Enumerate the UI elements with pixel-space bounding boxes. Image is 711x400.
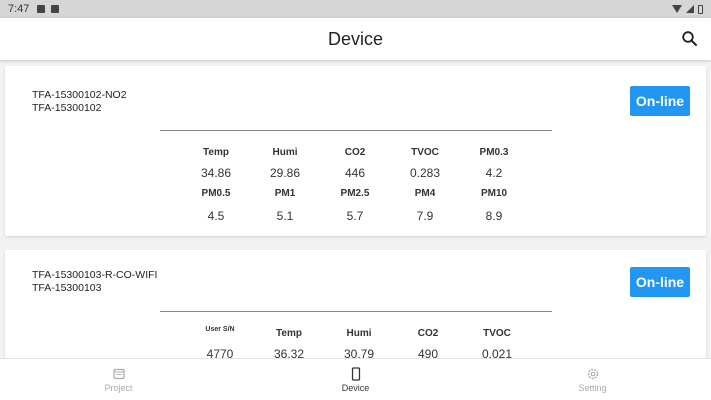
gear-icon bbox=[587, 368, 598, 379]
nav-setting[interactable]: Setting bbox=[474, 359, 711, 400]
metric-label: Humi bbox=[346, 328, 372, 339]
metric-label: TVOC bbox=[411, 147, 439, 158]
metric-label: PM2.5 bbox=[340, 188, 370, 199]
metric-label: User S/N bbox=[205, 326, 235, 333]
wifi-icon bbox=[672, 5, 682, 13]
metric-label: PM10 bbox=[480, 188, 508, 199]
notification-icon bbox=[51, 5, 60, 13]
metric-value: 36.32 bbox=[273, 347, 305, 358]
device-model: TFA-15300102-NO2 bbox=[32, 89, 127, 101]
device-card[interactable]: TFA-15300103-R-CO-WIFI TFA-15300103 On-l… bbox=[5, 250, 706, 358]
online-status-button[interactable]: On-line bbox=[630, 267, 690, 297]
metric-value: 490 bbox=[417, 347, 439, 358]
metric-label: PM0.5 bbox=[201, 188, 231, 199]
device-id: TFA-15300103 bbox=[32, 282, 102, 294]
metric-label: Temp bbox=[203, 147, 229, 158]
metric-value: 4.5 bbox=[207, 209, 225, 223]
metric-value: 0.021 bbox=[481, 347, 513, 358]
metric-value: 0.283 bbox=[409, 166, 441, 180]
metric-value: 34.86 bbox=[200, 166, 232, 180]
metric-value: 30.79 bbox=[343, 347, 375, 358]
metric-label: CO2 bbox=[344, 147, 366, 158]
metric-value: 29.86 bbox=[269, 166, 301, 180]
status-bar: 7:47 bbox=[0, 0, 711, 18]
device-id: TFA-15300102 bbox=[32, 102, 102, 114]
divider bbox=[160, 311, 552, 312]
status-time: 7:47 bbox=[8, 3, 30, 15]
metric-value: 4.2 bbox=[485, 166, 503, 180]
battery-icon bbox=[698, 4, 703, 14]
divider bbox=[160, 130, 552, 131]
folder-icon bbox=[112, 368, 125, 379]
notification-icon bbox=[37, 5, 46, 13]
metric-label: TVOC bbox=[483, 328, 511, 339]
nav-label: Setting bbox=[578, 382, 607, 393]
metric-value: 8.9 bbox=[485, 209, 503, 223]
metric-label: Humi bbox=[272, 147, 298, 158]
device-name: TFA-15300102-NO2 TFA-15300102 bbox=[32, 89, 127, 115]
metric-label: PM4 bbox=[414, 188, 436, 199]
device-list[interactable]: TFA-15300102-NO2 TFA-15300102 On-line Te… bbox=[0, 60, 711, 358]
device-model: TFA-15300103-R-CO-WIFI bbox=[32, 269, 158, 281]
metric-label: Temp bbox=[276, 328, 302, 339]
nav-label: Device bbox=[341, 382, 370, 393]
metric-label: CO2 bbox=[417, 328, 439, 339]
device-card[interactable]: TFA-15300102-NO2 TFA-15300102 On-line Te… bbox=[5, 66, 706, 236]
metric-value: 5.1 bbox=[276, 209, 294, 223]
page-title: Device bbox=[327, 28, 384, 49]
app-bar: Device bbox=[0, 18, 711, 60]
metric-label: PM1 bbox=[274, 188, 296, 199]
online-status-button[interactable]: On-line bbox=[630, 86, 690, 116]
nav-device[interactable]: Device bbox=[237, 359, 474, 400]
device-name: TFA-15300103-R-CO-WIFI TFA-15300103 bbox=[32, 269, 157, 295]
metric-value: 4770 bbox=[206, 347, 234, 358]
metric-value: 5.7 bbox=[346, 209, 364, 223]
search-icon[interactable] bbox=[681, 30, 699, 48]
nav-label: Project bbox=[104, 382, 133, 393]
nav-project[interactable]: Project bbox=[0, 359, 237, 400]
signal-icon bbox=[686, 5, 694, 13]
phone-icon bbox=[351, 366, 360, 381]
metric-value: 446 bbox=[344, 166, 366, 180]
metric-value: 7.9 bbox=[416, 209, 434, 223]
metric-label: PM0.3 bbox=[479, 147, 509, 158]
bottom-nav: Project Device Setting bbox=[0, 358, 711, 400]
